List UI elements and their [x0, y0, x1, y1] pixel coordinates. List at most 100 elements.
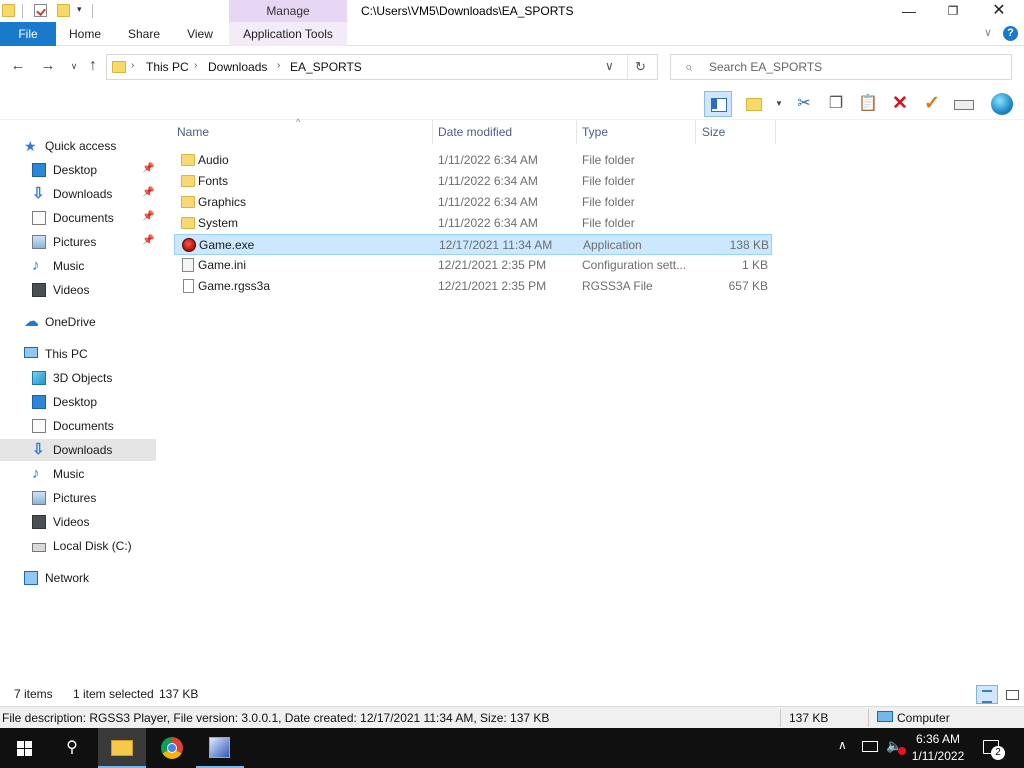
file-icon [183, 279, 194, 293]
rename-button[interactable]: ✓ [918, 91, 946, 117]
breadcrumb-ea-sports[interactable]: EA_SPORTS [290, 60, 362, 74]
nav-onedrive[interactable]: ☁ OneDrive [0, 311, 156, 333]
file-row[interactable]: Game.rgss3a 12/21/2021 2:35 PM RGSS3A Fi… [174, 276, 772, 297]
file-row[interactable]: System 1/11/2022 6:34 AM File folder [174, 213, 772, 234]
new-folder-button[interactable] [740, 91, 768, 117]
breadcrumb-separator[interactable]: › [277, 60, 280, 71]
details-view-button[interactable] [976, 685, 998, 704]
recent-locations-dropdown[interactable]: ∨ [64, 56, 84, 76]
tab-view[interactable]: View [180, 22, 220, 46]
search-box[interactable]: ⌕ [670, 54, 1012, 80]
show-hidden-icons-button[interactable]: ∧ [838, 738, 847, 752]
file-explorer-icon [111, 740, 133, 756]
column-divider[interactable] [695, 120, 696, 144]
tab-share[interactable]: Share [122, 22, 166, 46]
file-row[interactable]: Graphics 1/11/2022 6:34 AM File folder [174, 192, 772, 213]
taskbar-chrome[interactable] [148, 728, 196, 768]
nav-pc-desktop[interactable]: Desktop [0, 391, 156, 413]
breadcrumb-separator[interactable]: › [194, 60, 197, 71]
file-row[interactable]: Game.exe 12/17/2021 11:34 AM Application… [174, 234, 772, 255]
nav-qa-desktop[interactable]: Desktop 📌 [0, 159, 156, 181]
nav-quick-access[interactable]: ★ Quick access [0, 135, 156, 157]
copy-button[interactable]: ❐ [822, 91, 850, 117]
nav-pc-documents[interactable]: Documents [0, 415, 156, 437]
breadcrumb-this-pc[interactable]: This PC [146, 60, 189, 74]
refresh-icon[interactable]: ↻ [635, 59, 646, 75]
documents-icon [32, 211, 46, 225]
clock-time[interactable]: 6:36 AM [902, 732, 974, 746]
selection-size: 137 KB [159, 687, 199, 701]
folder-icon[interactable] [2, 4, 15, 17]
nav-label: 3D Objects [53, 371, 113, 385]
column-header-type[interactable]: Type [577, 120, 695, 144]
file-row[interactable]: Audio 1/11/2022 6:34 AM File folder [174, 150, 772, 171]
properties-button[interactable] [950, 91, 978, 117]
expand-ribbon-icon[interactable]: ∨ [984, 26, 992, 39]
folder-icon [181, 175, 195, 187]
taskbar-file-explorer[interactable] [98, 728, 146, 768]
nav-pc-3d-objects[interactable]: 3D Objects [0, 367, 156, 389]
nav-qa-videos[interactable]: Videos [0, 279, 156, 301]
clock-date[interactable]: 1/11/2022 [902, 749, 974, 763]
tab-application-tools[interactable]: Application Tools [229, 22, 347, 46]
column-header-date-modified[interactable]: Date modified [433, 120, 576, 144]
cut-button[interactable]: ✂ [790, 91, 818, 117]
maximize-button[interactable]: ❐ [930, 0, 976, 22]
tab-file[interactable]: File [0, 22, 56, 46]
close-button[interactable]: ✕ [976, 0, 1022, 22]
hard-drive-icon [32, 543, 46, 552]
nav-this-pc[interactable]: This PC [0, 343, 156, 365]
column-divider[interactable] [775, 120, 776, 144]
nav-pc-downloads[interactable]: ⇩ Downloads [0, 439, 156, 461]
tab-home[interactable]: Home [62, 22, 108, 46]
taskbar-search-button[interactable]: ⚲ [48, 728, 96, 768]
address-bar[interactable]: › This PC › Downloads › EA_SPORTS ∨ ↻ [106, 54, 658, 80]
nav-network[interactable]: Network [0, 567, 156, 589]
qat-customize-dropdown[interactable]: ▾ [77, 4, 87, 15]
nav-pc-music[interactable]: ♪ Music [0, 463, 156, 485]
search-input[interactable] [709, 59, 999, 75]
properties-icon[interactable] [34, 4, 47, 17]
breadcrumb-separator[interactable]: › [131, 60, 134, 71]
new-folder-dropdown[interactable]: ▼ [775, 91, 783, 117]
pin-icon: 📌 [142, 187, 155, 198]
details-divider [868, 709, 869, 727]
file-date-modified: 1/11/2022 6:34 AM [438, 216, 538, 230]
taskbar-game-app[interactable] [196, 728, 244, 768]
paste-button[interactable]: 📋 [854, 91, 882, 117]
navigation-pane: ★ Quick access Desktop 📌 ⇩ Downloads 📌 D… [0, 120, 158, 685]
new-folder-icon[interactable] [57, 4, 70, 17]
nav-pc-videos[interactable]: Videos [0, 511, 156, 533]
up-button[interactable]: ↑ [83, 56, 103, 76]
nav-pc-pictures[interactable]: Pictures [0, 487, 156, 509]
file-row[interactable]: Fonts 1/11/2022 6:34 AM File folder [174, 171, 772, 192]
back-button[interactable]: ← [8, 56, 28, 76]
address-dropdown-icon[interactable]: ∨ [605, 59, 614, 73]
file-size: 138 KB [729, 238, 769, 252]
column-header-size[interactable]: Size [697, 120, 775, 144]
file-name: Audio [198, 153, 229, 167]
file-type: File folder [582, 153, 635, 167]
network-tray-icon[interactable] [862, 741, 878, 752]
start-button[interactable] [0, 728, 48, 768]
breadcrumb-downloads[interactable]: Downloads [208, 60, 267, 74]
nav-qa-pictures[interactable]: Pictures 📌 [0, 231, 156, 253]
pictures-icon [32, 491, 46, 505]
nav-qa-downloads[interactable]: ⇩ Downloads 📌 [0, 183, 156, 205]
help-icon[interactable]: ? [1003, 26, 1018, 41]
globe-button[interactable] [988, 91, 1016, 117]
column-header-name[interactable]: Name [172, 120, 432, 144]
large-icons-view-button[interactable] [1002, 685, 1022, 704]
preview-pane-button[interactable] [704, 91, 732, 117]
qat-separator [22, 4, 23, 18]
nav-qa-music[interactable]: ♪ Music [0, 255, 156, 277]
nav-pc-local-disk[interactable]: Local Disk (C:) [0, 535, 156, 557]
windows-logo-icon [25, 749, 32, 756]
file-row[interactable]: Game.ini 12/21/2021 2:35 PM Configuratio… [174, 255, 772, 276]
delete-button[interactable]: ✕ [886, 91, 914, 117]
navigation-bar: ← → ∨ ↑ › This PC › Downloads › EA_SPORT… [0, 46, 1024, 88]
forward-button[interactable]: → [38, 56, 58, 76]
minimize-button[interactable]: — [886, 0, 932, 22]
nav-qa-documents[interactable]: Documents 📌 [0, 207, 156, 229]
videos-icon [32, 515, 46, 529]
